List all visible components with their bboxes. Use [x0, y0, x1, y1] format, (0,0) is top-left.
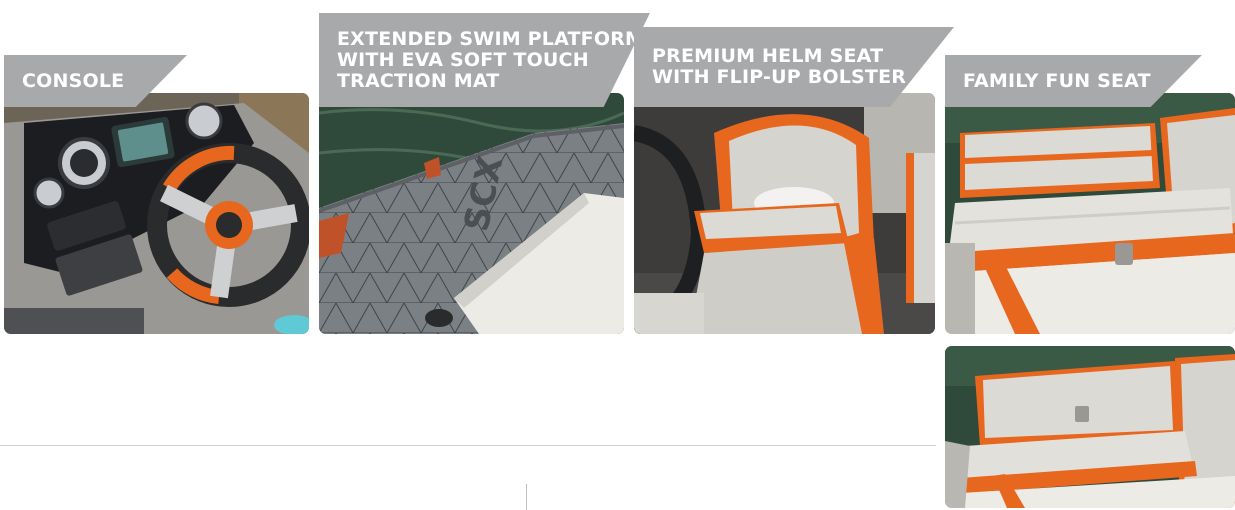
caption-swim-platform-line-3: TRACTION MAT [337, 69, 500, 92]
caption-swim-platform-line-2: WITH EVA SOFT TOUCH [337, 48, 589, 71]
horizontal-divider [0, 445, 936, 446]
caption-swim-platform-line-1: EXTENDED SWIM PLATFORM [337, 27, 645, 50]
swim-platform-photo: SCX [319, 93, 624, 334]
helm-seat-photo [634, 93, 935, 334]
swim-platform-photo-art: SCX [319, 93, 624, 334]
family-seat-photo-art [945, 93, 1235, 334]
console-photo [4, 93, 309, 334]
family-seat-photo [945, 93, 1235, 334]
caption-helm-seat-line-1: PREMIUM HELM SEAT [652, 45, 884, 67]
console-photo-art [4, 93, 309, 334]
caption-helm-seat-line-2: WITH FLIP-UP BOLSTER [652, 66, 907, 88]
vertical-divider [526, 484, 527, 510]
caption-swim-platform: EXTENDED SWIM PLATFORM WITH EVA SOFT TOU… [319, 13, 650, 107]
family-seat-alt-photo [945, 346, 1235, 508]
family-seat-alt-photo-art [945, 346, 1235, 508]
helm-seat-photo-art [634, 93, 935, 334]
caption-console-line-1: CONSOLE [22, 69, 125, 92]
caption-family-seat-line-1: FAMILY FUN SEAT [963, 69, 1151, 92]
